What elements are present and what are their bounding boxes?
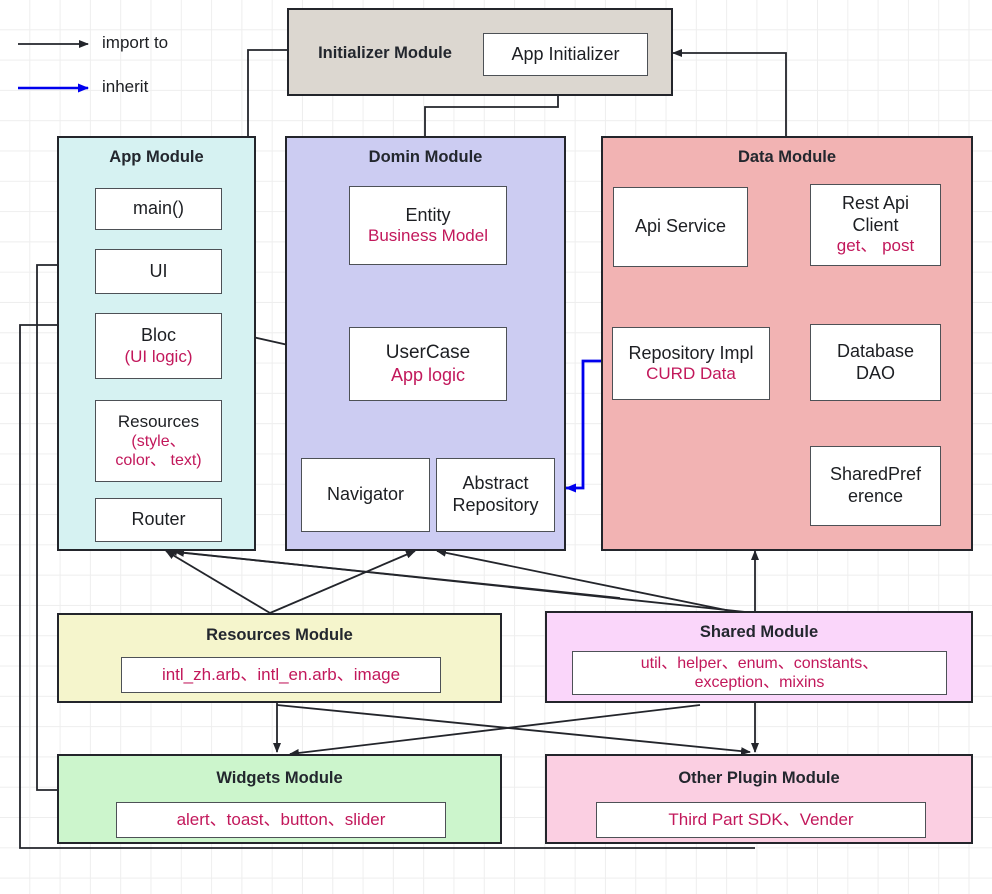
module-initializer[interactable]: Initializer Module App Initializer <box>287 8 673 96</box>
box-shared-content-label-1: util、helper、enum、constants、 <box>640 654 879 672</box>
box-rest-api-client-sublabel: get、 post <box>836 236 915 256</box>
box-navigator[interactable]: Navigator <box>301 458 430 532</box>
box-router[interactable]: Router <box>95 498 222 542</box>
box-resources-content[interactable]: intl_zh.arb、intl_en.arb、image <box>121 657 441 693</box>
box-rest-api-client[interactable]: Rest Api Client get、 post <box>810 184 941 266</box>
module-widgets-title: Widgets Module <box>216 769 343 787</box>
box-bloc-sublabel: (UI logic) <box>124 346 193 366</box>
legend-inherit-label: inherit <box>102 77 149 96</box>
box-router-label: Router <box>131 509 186 530</box>
box-app-initializer[interactable]: App Initializer <box>483 33 648 76</box>
box-usercase-label: UserCase <box>385 341 471 363</box>
box-main-label: main() <box>132 198 184 219</box>
box-rest-api-client-label-1: Rest Api <box>841 193 910 214</box>
box-abstract-repository-label-2: Repository <box>452 495 539 515</box>
module-resources[interactable]: Resources Module intl_zh.arb、intl_en.arb… <box>57 613 502 703</box>
box-widgets-content[interactable]: alert、toast、button、slider <box>116 802 446 838</box>
box-app-initializer-label: App Initializer <box>511 43 620 64</box>
box-plugin-content-label: Third Part SDK、Vender <box>668 809 854 829</box>
module-data-title: Data Module <box>737 148 837 166</box>
box-shared-preference-label-1: SharedPref <box>829 464 922 485</box>
module-data[interactable]: Data Module Api Service Rest Api Client … <box>601 136 973 551</box>
box-bloc[interactable]: Bloc (UI logic) <box>95 313 222 379</box>
module-widgets[interactable]: Widgets Module alert、toast、button、slider <box>57 754 502 844</box>
box-entity[interactable]: Entity Business Model <box>349 186 507 265</box>
box-resources-sublabel-1: (style、 <box>131 433 186 450</box>
edge-resources-to-domain-module <box>269 550 416 614</box>
box-database-dao-label-2: DAO <box>855 362 895 383</box>
module-plugin[interactable]: Other Plugin Module Third Part SDK、Vende… <box>545 754 973 844</box>
box-usercase-sublabel: App logic <box>390 364 466 385</box>
box-resources-content-label: intl_zh.arb、intl_en.arb、image <box>161 664 401 684</box>
module-app-title: App Module <box>109 148 204 166</box>
legend-import-label: import to <box>102 33 169 52</box>
module-shared[interactable]: Shared Module util、helper、enum、constants… <box>545 611 973 703</box>
box-ui[interactable]: UI <box>95 249 222 294</box>
module-resources-title: Resources Module <box>206 626 353 644</box>
box-api-service-label: Api Service <box>634 216 727 237</box>
module-shared-title: Shared Module <box>699 623 819 641</box>
module-app[interactable]: App Module main() UI Bloc (UI logic) Res… <box>57 136 256 551</box>
box-abstract-repository[interactable]: Abstract Repository <box>436 458 555 532</box>
box-bloc-label: Bloc <box>140 325 176 345</box>
box-resources-label: Resources <box>117 411 200 431</box>
box-repository-impl-sublabel: CURD Data <box>646 364 736 384</box>
box-resources[interactable]: Resources (style、 color、 text) <box>95 400 222 482</box>
box-entity-label: Entity <box>405 204 451 225</box>
box-api-service[interactable]: Api Service <box>613 187 748 267</box>
box-abstract-repository-label-1: Abstract <box>462 473 529 494</box>
box-repository-impl[interactable]: Repository Impl CURD Data <box>612 327 770 400</box>
box-ui-label: UI <box>149 260 168 281</box>
box-plugin-content[interactable]: Third Part SDK、Vender <box>596 802 926 838</box>
box-entity-sublabel: Business Model <box>367 226 488 246</box>
box-database-dao-label-1: Database <box>836 340 915 361</box>
box-usercase[interactable]: UserCase App logic <box>349 327 507 401</box>
box-shared-content-label-2: exception、mixins <box>694 674 825 691</box>
box-repository-impl-label: Repository Impl <box>628 342 754 363</box>
module-initializer-title: Initializer Module <box>318 44 452 62</box>
box-shared-preference-label-2: erence <box>847 486 904 506</box>
box-shared-preference[interactable]: SharedPref erence <box>810 446 941 526</box>
box-database-dao[interactable]: Database DAO <box>810 324 941 401</box>
module-domain-title: Domin Module <box>368 148 483 166</box>
module-plugin-title: Other Plugin Module <box>678 769 840 787</box>
edge-resources-to-plugin-module <box>276 704 751 756</box>
box-navigator-label: Navigator <box>326 484 405 505</box>
box-main[interactable]: main() <box>95 188 222 230</box>
module-domain[interactable]: Domin Module Entity Business Model UserC… <box>285 136 566 551</box>
box-widgets-content-label: alert、toast、button、slider <box>176 809 386 829</box>
box-resources-sublabel-2: color、 text) <box>115 452 202 470</box>
box-rest-api-client-label-2: Client <box>852 214 899 235</box>
edge-data-to-app-initializer <box>672 49 787 136</box>
box-shared-content[interactable]: util、helper、enum、constants、 exception、mi… <box>572 651 947 695</box>
